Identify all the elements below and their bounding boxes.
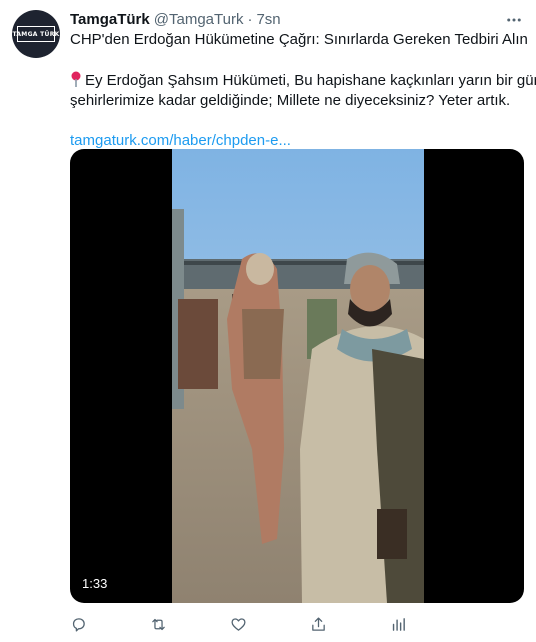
heart-icon: [231, 617, 246, 631]
avatar[interactable]: TAMGA TÜRK: [12, 10, 60, 58]
like-button[interactable]: [230, 612, 310, 636]
avatar-logo-text: TAMGA TÜRK: [12, 30, 60, 38]
analytics-icon: [392, 617, 405, 631]
retweet-button[interactable]: [150, 612, 230, 636]
tweet-actions: [70, 612, 470, 636]
share-button[interactable]: [310, 612, 390, 636]
tweet-text-line-1: CHP'den Erdoğan Hükümetine Çağrı: Sınırl…: [70, 31, 528, 48]
share-icon: [312, 616, 325, 631]
display-name[interactable]: TamgaTürk: [70, 10, 150, 30]
tweet-content: TamgaTürk @TamgaTurk · 7sn CHP'den Erdoğ…: [70, 10, 536, 151]
video-duration: 1:33: [82, 576, 108, 591]
avatar-logo: TAMGA TÜRK: [12, 26, 59, 42]
article-link[interactable]: tamgaturk.com/haber/chpden-e...: [70, 131, 525, 151]
video-player[interactable]: 1:33: [70, 149, 524, 603]
video-frame: [172, 149, 424, 603]
tweet-header: TamgaTürk @TamgaTurk · 7sn: [70, 10, 525, 30]
tweet-text-line-2: Ey Erdoğan Şahsım Hükümeti, Bu hapishane…: [70, 71, 536, 91]
round-pushpin-icon: [70, 71, 82, 87]
reply-button[interactable]: [70, 612, 150, 636]
analytics-button[interactable]: [390, 612, 470, 636]
retweet-icon: [152, 618, 165, 630]
tweet-text-line-2-content: Ey Erdoğan Şahsım Hükümeti, Bu hapishane…: [85, 72, 536, 89]
timestamp[interactable]: 7sn: [256, 10, 280, 30]
tweet-text-line-3: şehirlerimize kadar geldiğinde; Millete …: [70, 92, 511, 109]
separator-dot: ·: [247, 11, 253, 28]
reply-icon: [72, 617, 85, 632]
user-handle[interactable]: @TamgaTurk: [154, 10, 244, 30]
tweet-card[interactable]: TAMGA TÜRK TamgaTürk @TamgaTurk · 7sn CH…: [0, 0, 536, 642]
